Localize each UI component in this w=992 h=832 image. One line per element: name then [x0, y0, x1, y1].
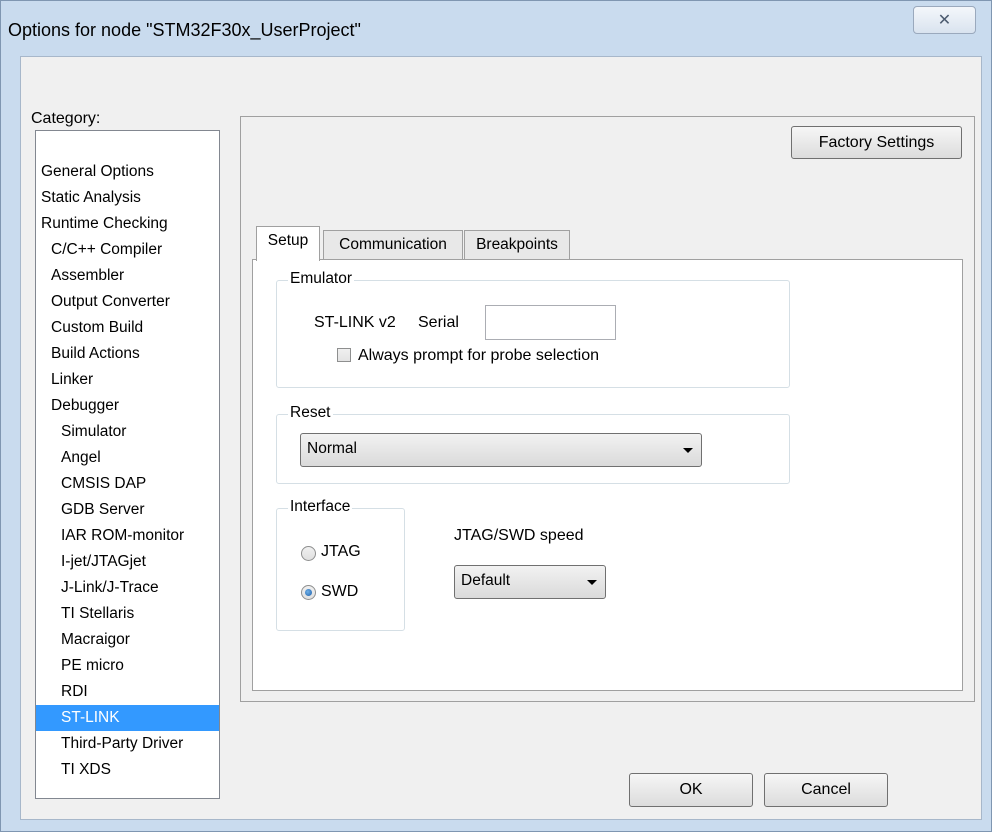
category-item[interactable]: Simulator — [36, 419, 219, 445]
serial-input[interactable] — [485, 305, 616, 340]
interface-group — [276, 508, 405, 631]
options-dialog: Options for node "STM32F30x_UserProject"… — [0, 0, 992, 832]
category-item[interactable]: Static Analysis — [36, 185, 219, 211]
category-item[interactable]: I-jet/JTAGjet — [36, 549, 219, 575]
serial-label: Serial — [418, 314, 459, 331]
ok-button[interactable]: OK — [629, 773, 753, 807]
tab-label: Breakpoints — [476, 236, 558, 253]
speed-value: Default — [461, 572, 511, 589]
reset-value: Normal — [307, 440, 357, 457]
title-bar[interactable]: Options for node "STM32F30x_UserProject"… — [0, 0, 992, 56]
factory-settings-button[interactable]: Factory Settings — [791, 126, 962, 159]
jtag-label: JTAG — [321, 543, 361, 560]
category-item[interactable]: Macraigor — [36, 627, 219, 653]
chevron-down-icon — [683, 448, 693, 453]
always-prompt-checkbox[interactable] — [337, 348, 351, 362]
category-item[interactable]: Output Converter — [36, 289, 219, 315]
tab-label: Communication — [339, 236, 447, 253]
category-item[interactable]: Third-Party Driver — [36, 731, 219, 757]
category-item[interactable]: Build Actions — [36, 341, 219, 367]
speed-label: JTAG/SWD speed — [454, 527, 584, 544]
window-title: Options for node "STM32F30x_UserProject" — [8, 20, 361, 40]
factory-settings-label: Factory Settings — [818, 133, 935, 151]
always-prompt-label: Always prompt for probe selection — [358, 347, 599, 364]
category-item[interactable]: Runtime Checking — [36, 211, 219, 237]
category-item[interactable]: General Options — [36, 159, 219, 185]
category-item[interactable]: Linker — [36, 367, 219, 393]
jtag-radio[interactable] — [301, 546, 316, 561]
category-item[interactable]: PE micro — [36, 653, 219, 679]
reset-dropdown[interactable]: Normal — [300, 433, 702, 467]
ok-label: OK — [679, 781, 703, 798]
emulator-group-label: Emulator — [288, 270, 355, 288]
category-item[interactable]: ST-LINK — [36, 705, 219, 731]
interface-group-label: Interface — [288, 498, 353, 516]
reset-group-label: Reset — [288, 404, 333, 422]
category-item[interactable]: RDI — [36, 679, 219, 705]
device-label: ST-LINK v2 — [314, 314, 396, 331]
category-label: Category: — [31, 110, 101, 127]
cancel-label: Cancel — [801, 781, 851, 798]
category-item[interactable]: Debugger — [36, 393, 219, 419]
swd-radio[interactable] — [301, 585, 316, 600]
tab-label: Setup — [267, 232, 309, 249]
speed-dropdown[interactable]: Default — [454, 565, 606, 599]
tab-communication[interactable]: Communication — [323, 230, 463, 260]
cancel-button[interactable]: Cancel — [764, 773, 888, 807]
category-list[interactable]: General Options Static Analysis Runtime Ch… — [35, 130, 220, 799]
category-item[interactable]: J-Link/J-Trace — [36, 575, 219, 601]
category-item[interactable]: Angel — [36, 445, 219, 471]
category-item[interactable]: GDB Server — [36, 497, 219, 523]
category-item[interactable]: C/C++ Compiler — [36, 237, 219, 263]
tab-setup[interactable]: Setup — [256, 226, 320, 261]
category-item[interactable]: TI Stellaris — [36, 601, 219, 627]
category-item[interactable]: Custom Build — [36, 315, 219, 341]
close-icon: ✕ — [937, 12, 952, 29]
category-item[interactable]: Assembler — [36, 263, 219, 289]
category-item[interactable]: CMSIS DAP — [36, 471, 219, 497]
close-button[interactable]: ✕ — [913, 6, 976, 34]
category-item[interactable]: IAR ROM-monitor — [36, 523, 219, 549]
tab-breakpoints[interactable]: Breakpoints — [464, 230, 570, 260]
swd-label: SWD — [321, 583, 359, 600]
chevron-down-icon — [587, 580, 597, 585]
radio-selected-dot — [305, 589, 312, 596]
category-item[interactable]: TI XDS — [36, 757, 219, 783]
